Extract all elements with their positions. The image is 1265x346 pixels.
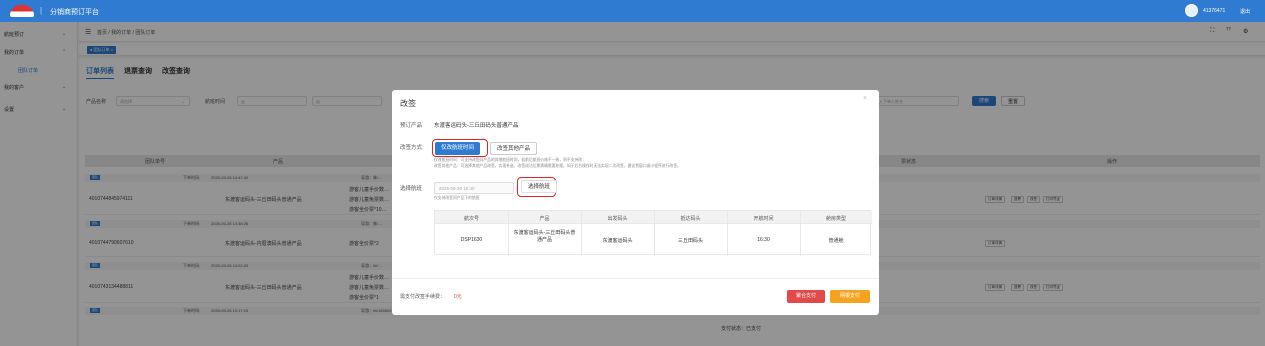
flight-label: 选择航班 — [400, 186, 423, 192]
mode-time-only-button[interactable]: 仅改航班时间 — [435, 142, 481, 155]
logout-link[interactable]: 退出 — [1240, 8, 1250, 15]
app-title: 分销商预订平台 — [50, 9, 99, 16]
change-ticket-dialog: 改签 × 预订产品 东渡客运码头-三丘田码头普通产品 改签方式 仅改航班时间 改… — [392, 90, 879, 315]
select-flight-button[interactable]: 选择航班 — [521, 180, 558, 193]
depart-pier: 东渡客运码头 — [602, 238, 633, 244]
depart-time: 16:30 — [757, 237, 770, 243]
fee-label: 需支付改签手续费： — [400, 294, 446, 300]
fee-value: 0元 — [454, 294, 462, 300]
arrive-pier: 三丘田码头 — [677, 238, 703, 244]
product-label: 预订产品 — [400, 123, 423, 129]
change-mode-label: 改签方式 — [400, 145, 423, 151]
avatar[interactable] — [1185, 4, 1198, 17]
flight-hint: 仅支持改签同产品下的航班 — [434, 196, 480, 200]
col-depart-time: 开航时间 — [753, 216, 774, 222]
cabin-type: 普通舱 — [828, 238, 844, 244]
flight-date-value: 2025-05-28 16:30 — [439, 186, 475, 191]
col-arrive-pier: 抵达码头 — [680, 216, 701, 222]
col-product: 产品 — [539, 216, 550, 222]
col-cabin-type: 舱房类型 — [825, 216, 846, 222]
close-icon[interactable]: × — [863, 95, 867, 102]
col-depart-pier: 出发码头 — [607, 216, 628, 222]
top-bar: | 分销商预订平台 41376471 退出 — [0, 0, 1265, 22]
col-voyage-no: 航次号 — [463, 216, 479, 222]
voyage-no[interactable]: DSP1630 — [435, 237, 508, 243]
bank-pay-button[interactable]: 网银支付 — [830, 290, 870, 303]
mode-hint-2: 改签其他产品：可选择其他产品改签，实现补退、改签成功后票需确需要处理。如于后台操… — [434, 164, 681, 168]
mode-hint-1: 仅改航班时间：可支持改签同产品的其他航班时间，若前后航班价格不一致，则不支持改； — [434, 158, 586, 162]
flight-product: 东渡客运码头-三丘田码头普通产品 — [513, 230, 576, 243]
dialog-title: 改签 — [400, 99, 416, 108]
user-name[interactable]: 41376471 — [1203, 8, 1225, 14]
aggregate-pay-button[interactable]: 聚合支付 — [787, 290, 825, 303]
divider — [392, 278, 879, 279]
flight-date-input[interactable]: 2025-05-28 16:30 — [434, 182, 514, 194]
brand-logo-icon — [10, 5, 34, 17]
product-value: 东渡客运码头-三丘田码头普通产品 — [434, 123, 519, 129]
divider: | — [40, 6, 43, 15]
mode-other-product-button[interactable]: 改签其他产品 — [490, 142, 538, 155]
flight-table: 航次号 产品 出发码头 抵达码头 开航时间 舱房类型 DSP1630 东渡客运码… — [434, 210, 872, 256]
